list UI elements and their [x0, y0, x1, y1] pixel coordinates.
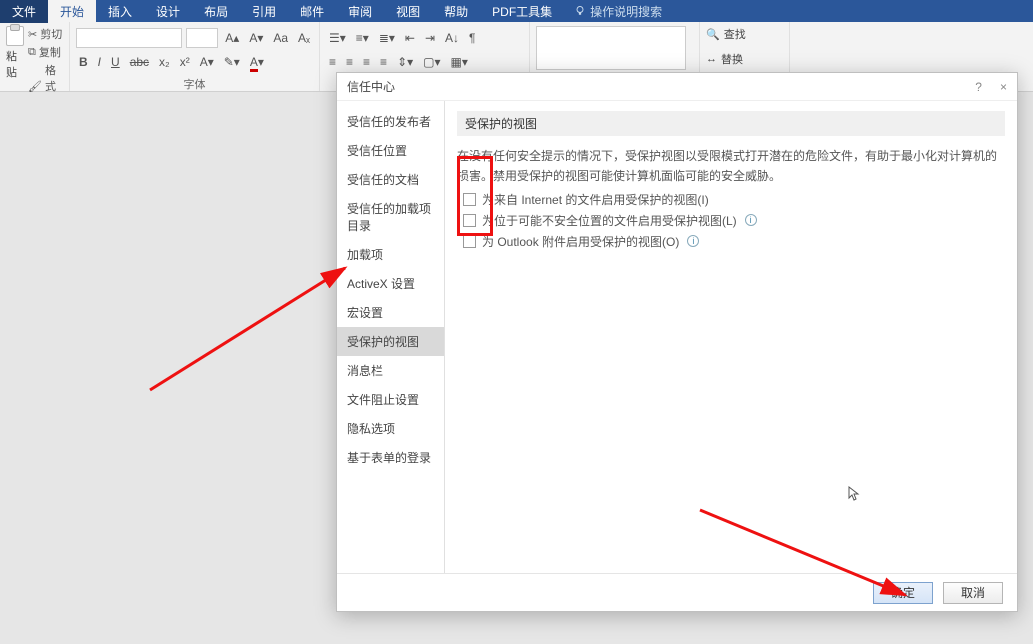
- tab-file[interactable]: 文件: [0, 0, 48, 23]
- subscript-button[interactable]: x₂: [156, 53, 173, 71]
- replace-button[interactable]: ↔ 替换: [706, 51, 783, 67]
- info-icon[interactable]: i: [745, 214, 757, 226]
- tell-me-search[interactable]: 操作说明搜索: [564, 3, 672, 20]
- shading-button[interactable]: ▢▾: [420, 53, 443, 71]
- check-label-unsafe: 为位于可能不安全位置的文件启用受保护视图(L): [482, 212, 737, 229]
- ribbon-tabs: 文件 开始 插入 设计 布局 引用 邮件 审阅 视图 帮助 PDF工具集 操作说…: [0, 0, 1033, 22]
- cut-button[interactable]: ✂ 剪切: [28, 26, 63, 42]
- strikethrough-button[interactable]: abc: [127, 53, 152, 71]
- group-font: A▴ A▾ Aa Aₓ B I U abc x₂ x² A▾ ✎▾ A▾ 字体: [70, 22, 320, 91]
- nav-protected-view[interactable]: 受保护的视图: [337, 327, 444, 356]
- copy-button[interactable]: ⧉ 复制: [28, 44, 63, 60]
- borders-button[interactable]: ▦▾: [448, 53, 471, 71]
- highlight-button[interactable]: ✎▾: [221, 53, 243, 71]
- paste-icon: [6, 26, 24, 46]
- cancel-button[interactable]: 取消: [943, 582, 1003, 604]
- paste-label: 粘贴: [6, 48, 24, 80]
- checkbox-outlook[interactable]: [463, 235, 476, 248]
- check-row-outlook: 为 Outlook 附件启用受保护的视图(O) i: [463, 233, 1005, 250]
- tab-review[interactable]: 审阅: [336, 0, 384, 23]
- info-icon[interactable]: i: [687, 235, 699, 247]
- tab-insert[interactable]: 插入: [96, 0, 144, 23]
- dialog-nav: 受信任的发布者 受信任位置 受信任的文档 受信任的加载项目录 加载项 Activ…: [337, 101, 445, 573]
- numbering-button[interactable]: ≡▾: [353, 29, 372, 47]
- align-center-button[interactable]: ≡: [343, 53, 356, 71]
- align-right-button[interactable]: ≡: [360, 53, 373, 71]
- clear-format-button[interactable]: Aₓ: [295, 29, 313, 47]
- nav-activex[interactable]: ActiveX 设置: [337, 269, 444, 298]
- decrease-indent-button[interactable]: ⇤: [402, 29, 418, 47]
- find-button[interactable]: 🔍 查找: [706, 26, 783, 42]
- nav-trusted-documents[interactable]: 受信任的文档: [337, 165, 444, 194]
- dialog-footer: 确定 取消: [337, 573, 1017, 611]
- group-clipboard: 粘贴 ✂ 剪切 ⧉ 复制 🖌 格式刷 剪贴板: [0, 22, 70, 91]
- group-font-label: 字体: [76, 74, 313, 93]
- font-family-combo[interactable]: [76, 28, 182, 48]
- font-color-button[interactable]: A▾: [247, 53, 267, 71]
- nav-form-login[interactable]: 基于表单的登录: [337, 443, 444, 472]
- tab-layout[interactable]: 布局: [192, 0, 240, 23]
- shrink-font-button[interactable]: A▾: [246, 29, 266, 47]
- nav-privacy[interactable]: 隐私选项: [337, 414, 444, 443]
- dialog-content: 受保护的视图 在没有任何安全提示的情况下，受保护视图以受限模式打开潜在的危险文件…: [445, 101, 1017, 573]
- multilevel-button[interactable]: ≣▾: [376, 29, 398, 47]
- justify-button[interactable]: ≡: [377, 53, 390, 71]
- tab-help[interactable]: 帮助: [432, 0, 480, 23]
- sort-button[interactable]: A↓: [442, 29, 462, 47]
- text-effects-button[interactable]: A▾: [197, 53, 217, 71]
- nav-macro[interactable]: 宏设置: [337, 298, 444, 327]
- check-row-unsafe: 为位于可能不安全位置的文件启用受保护视图(L) i: [463, 212, 1005, 229]
- tab-pdftools[interactable]: PDF工具集: [480, 0, 564, 23]
- show-marks-button[interactable]: ¶: [466, 29, 478, 47]
- nav-trusted-publishers[interactable]: 受信任的发布者: [337, 107, 444, 136]
- line-spacing-button[interactable]: ⇕▾: [394, 53, 416, 71]
- trust-center-dialog: 信任中心 ? × 受信任的发布者 受信任位置 受信任的文档 受信任的加载项目录 …: [336, 72, 1018, 612]
- tab-design[interactable]: 设计: [144, 0, 192, 23]
- dialog-title-text: 信任中心: [347, 78, 395, 95]
- italic-button[interactable]: I: [95, 53, 104, 71]
- font-size-combo[interactable]: [186, 28, 219, 48]
- tab-references[interactable]: 引用: [240, 0, 288, 23]
- nav-addins[interactable]: 加载项: [337, 240, 444, 269]
- underline-button[interactable]: U: [108, 53, 123, 71]
- increase-indent-button[interactable]: ⇥: [422, 29, 438, 47]
- tab-home[interactable]: 开始: [48, 0, 96, 23]
- grow-font-button[interactable]: A▴: [222, 29, 242, 47]
- checkbox-internet[interactable]: [463, 193, 476, 206]
- superscript-button[interactable]: x²: [177, 53, 193, 71]
- bullets-button[interactable]: ☰▾: [326, 29, 349, 47]
- nav-file-block[interactable]: 文件阻止设置: [337, 385, 444, 414]
- ok-button[interactable]: 确定: [873, 582, 933, 604]
- nav-message-bar[interactable]: 消息栏: [337, 356, 444, 385]
- check-row-internet: 为来自 Internet 的文件启用受保护的视图(I): [463, 191, 1005, 208]
- nav-trusted-addins[interactable]: 受信任的加载项目录: [337, 194, 444, 240]
- dialog-help-button[interactable]: ?: [975, 80, 982, 94]
- change-case-button[interactable]: Aa: [270, 29, 291, 47]
- bold-button[interactable]: B: [76, 53, 91, 71]
- section-description: 在没有任何安全提示的情况下，受保护视图以受限模式打开潜在的危险文件，有助于最小化…: [457, 146, 1005, 187]
- styles-gallery[interactable]: [536, 26, 686, 70]
- align-left-button[interactable]: ≡: [326, 53, 339, 71]
- section-header: 受保护的视图: [457, 111, 1005, 136]
- tab-mailings[interactable]: 邮件: [288, 0, 336, 23]
- dialog-titlebar: 信任中心 ? ×: [337, 73, 1017, 101]
- checkbox-unsafe-location[interactable]: [463, 214, 476, 227]
- tab-view[interactable]: 视图: [384, 0, 432, 23]
- check-label-internet: 为来自 Internet 的文件启用受保护的视图(I): [482, 191, 709, 208]
- check-label-outlook: 为 Outlook 附件启用受保护的视图(O): [482, 233, 679, 250]
- nav-trusted-locations[interactable]: 受信任位置: [337, 136, 444, 165]
- lightbulb-icon: [574, 5, 586, 17]
- dialog-close-button[interactable]: ×: [1000, 80, 1007, 94]
- tell-me-label: 操作说明搜索: [590, 3, 662, 20]
